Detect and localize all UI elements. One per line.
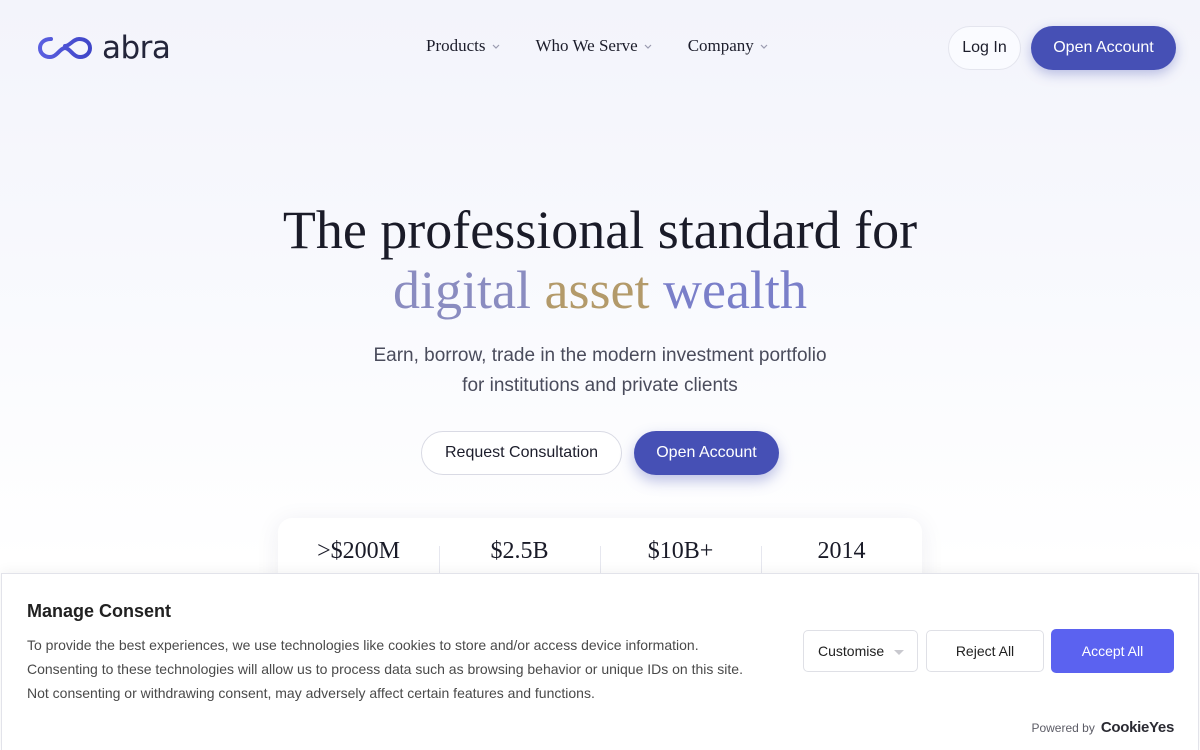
reject-all-button[interactable]: Reject All (926, 630, 1044, 672)
nav-label: Products (426, 36, 486, 55)
hero-subtitle-line: for institutions and private clients (462, 375, 738, 396)
nav-label: Company (687, 36, 754, 55)
powered-by: Powered by CookieYes (1031, 719, 1174, 736)
hero-word-digital: digital (393, 260, 532, 320)
customise-label: Customise (818, 643, 885, 659)
caret-down-icon (894, 649, 905, 655)
cookieyes-logo[interactable]: CookieYes (1101, 719, 1174, 736)
logo-text: abra (102, 30, 171, 66)
hero-title-highlight: digital asset wealth (0, 260, 1200, 320)
nav-label: Who We Serve (535, 36, 638, 55)
login-button[interactable]: Log In (948, 26, 1021, 70)
nav-products[interactable]: Products (426, 36, 500, 56)
open-account-button[interactable]: Open Account (634, 431, 779, 475)
hero-word-wealth: wealth (663, 260, 807, 320)
hero-cta-row: Request Consultation Open Account (421, 431, 779, 475)
powered-by-label: Powered by (1031, 721, 1095, 735)
abra-logo[interactable]: abra (38, 30, 171, 66)
infinity-logo-icon (38, 36, 92, 60)
chevron-down-icon (644, 44, 652, 49)
chevron-down-icon (492, 44, 499, 49)
accept-all-button[interactable]: Accept All (1051, 629, 1174, 673)
site-header: abra Products Who We Serve Company Log I… (0, 0, 1200, 96)
consent-banner: Manage Consent To provide the best exper… (1, 573, 1199, 750)
hero-subtitle-line: Earn, borrow, trade in the modern invest… (373, 345, 827, 366)
request-consultation-button[interactable]: Request Consultation (421, 431, 622, 475)
chevron-down-icon (760, 44, 768, 49)
customise-button[interactable]: Customise (803, 630, 918, 672)
open-account-header-button[interactable]: Open Account (1031, 26, 1176, 70)
nav-company[interactable]: Company (688, 36, 768, 56)
consent-text-line: Not consenting or withdrawing consent, m… (27, 685, 595, 701)
nav-who-we-serve[interactable]: Who We Serve (536, 36, 652, 56)
hero-title: The professional standard for (282, 200, 918, 260)
consent-title: Manage Consent (27, 601, 172, 621)
consent-text: To provide the best experiences, we use … (27, 633, 787, 705)
main-nav: Products Who We Serve Company (426, 36, 768, 56)
hero-subtitle: Earn, borrow, trade in the modern invest… (0, 341, 1200, 401)
consent-text-line: To provide the best experiences, we use … (27, 637, 699, 653)
consent-text-line: Consenting to these technologies will al… (27, 661, 743, 677)
hero-word-asset: asset (544, 260, 650, 320)
